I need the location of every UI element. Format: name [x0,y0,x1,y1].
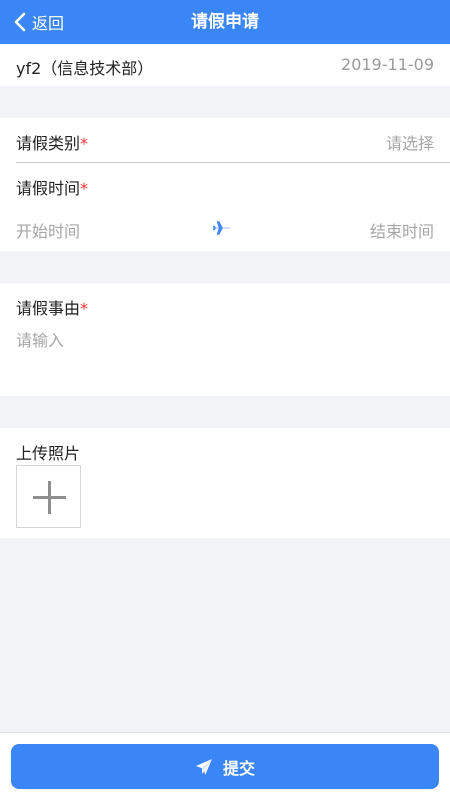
application-date: 2019-11-09 [341,55,434,74]
user-name: yf2（信息技术部） [16,59,154,78]
upload-photo-label: 上传照片 [16,444,81,463]
plus-icon [33,481,66,514]
end-time-field[interactable]: 结束时间 [370,218,434,242]
required-mark: * [80,299,89,318]
leave-reason-section: 请假事由* [0,283,450,396]
photo-upload-section: 上传照片 [0,428,450,538]
chevron-left-icon [14,12,26,32]
submit-button[interactable]: 提交 [11,744,439,789]
leave-time-label: 请假时间* [16,179,89,198]
submit-label: 提交 [222,758,255,778]
leave-type-select[interactable]: 请假类别* 请选择 [16,118,434,162]
leave-reason-input[interactable] [16,327,434,383]
header-bar: 返回 请假申请 [0,0,450,44]
divider [16,162,450,163]
leave-reason-label: 请假事由* [16,299,89,318]
add-photo-button[interactable] [16,465,81,528]
leave-type-placeholder: 请选择 [385,134,434,153]
start-time-field[interactable]: 开始时间 [16,218,80,242]
user-info-row: yf2（信息技术部） 2019-11-09 [0,44,450,86]
leave-type-label: 请假类别* [16,134,89,153]
required-mark: * [80,179,89,198]
back-button[interactable]: 返回 [14,0,64,44]
bottom-action-bar: 提交 [0,732,450,800]
required-mark: * [80,134,89,153]
page-title: 请假申请 [191,12,259,32]
back-label: 返回 [32,14,65,33]
airplane-icon [213,221,231,235]
send-icon [195,758,212,775]
